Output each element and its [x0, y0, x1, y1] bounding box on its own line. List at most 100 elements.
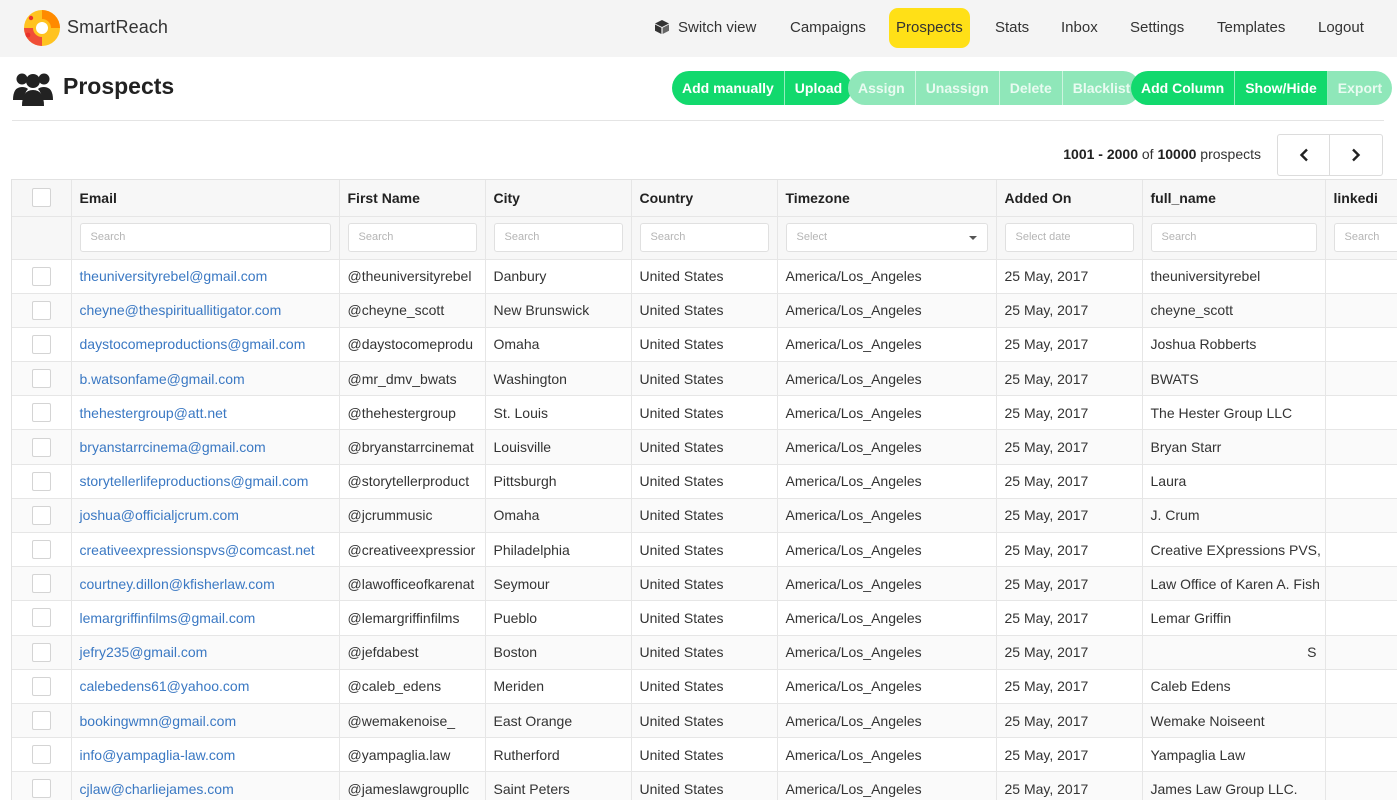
- cell-city: Pittsburgh: [485, 464, 632, 499]
- table-row[interactable]: storytellerlifeproductions@gmail.com @sto…: [12, 464, 1397, 499]
- cell-email[interactable]: courtney.dillon@kfisherlaw.com: [71, 566, 340, 602]
- cell-added-on: 25 May, 2017: [996, 669, 1143, 704]
- table-row[interactable]: joshua@officialjcrum.com @jcrummusic Omaha…: [12, 498, 1397, 534]
- cell-email[interactable]: bookingwmn@gmail.com: [71, 703, 340, 739]
- column-header-linkedin[interactable]: linkedi: [1325, 180, 1397, 217]
- add-column-button[interactable]: Add Column: [1131, 71, 1236, 105]
- row-checkbox[interactable]: [31, 574, 51, 594]
- cell-email[interactable]: lemargriffinfilms@gmail.com: [71, 600, 340, 636]
- table-row[interactable]: cheyne@thespirituallitigator.com @cheyne_…: [12, 293, 1397, 328]
- upload-button[interactable]: Upload: [784, 71, 853, 105]
- nav-templates[interactable]: Templates: [1217, 8, 1285, 48]
- select-all-checkbox[interactable]: [31, 188, 51, 208]
- cell-email[interactable]: bryanstarrcinema@gmail.com: [71, 429, 340, 465]
- filter-cell-email: Search: [71, 216, 340, 260]
- timezone-filter-select[interactable]: Select: [785, 223, 988, 252]
- export-button[interactable]: Export: [1327, 71, 1393, 105]
- nav-campaigns[interactable]: Campaigns: [790, 8, 866, 48]
- nav-stats[interactable]: Stats: [995, 8, 1029, 48]
- table-row[interactable]: bryanstarrcinema@gmail.com @bryanstarrcin…: [12, 429, 1397, 465]
- cell-first-name: @lemargriffinfilms: [339, 600, 486, 636]
- table-row[interactable]: thehestergroup@att.net @thehestergroup St.…: [12, 395, 1397, 431]
- table-row[interactable]: cjlaw@charliejames.com @jameslawgroupllc S…: [12, 771, 1397, 800]
- table-row[interactable]: daystocomeproductions@gmail.com @daystoco…: [12, 327, 1397, 363]
- column-header-full-name[interactable]: full_name: [1142, 180, 1326, 217]
- nav-settings[interactable]: Settings: [1130, 8, 1184, 48]
- add-manually-button[interactable]: Add manually: [672, 71, 785, 105]
- delete-button[interactable]: Delete: [999, 71, 1063, 105]
- cell-email[interactable]: cjlaw@charliejames.com: [71, 771, 340, 800]
- column-header-first-name[interactable]: First Name: [339, 180, 486, 217]
- nav-logout[interactable]: Logout: [1318, 8, 1364, 48]
- cell-first-name: @jefdabest: [339, 635, 486, 670]
- row-checkbox[interactable]: [31, 403, 51, 423]
- row-checkbox[interactable]: [31, 745, 51, 765]
- nav-inbox[interactable]: Inbox: [1061, 8, 1098, 48]
- table-row[interactable]: courtney.dillon@kfisherlaw.com @lawoffice…: [12, 566, 1397, 602]
- cell-email[interactable]: b.watsonfame@gmail.com: [71, 361, 340, 397]
- assign-button[interactable]: Assign: [848, 71, 916, 105]
- row-checkbox[interactable]: [31, 608, 51, 628]
- table-row[interactable]: calebedens61@yahoo.com @caleb_edens Meride…: [12, 669, 1397, 704]
- table-row[interactable]: lemargriffinfilms@gmail.com @lemargriffin…: [12, 600, 1397, 636]
- row-checkbox[interactable]: [31, 676, 51, 696]
- cell-email[interactable]: creativeexpressionspvs@comcast.net: [71, 532, 340, 568]
- cell-city: Philadelphia: [485, 532, 632, 568]
- row-checkbox[interactable]: [31, 505, 51, 525]
- linkedin-filter-input[interactable]: Search: [1333, 223, 1397, 252]
- smartreach-logo-icon[interactable]: [22, 8, 62, 48]
- row-checkbox[interactable]: [31, 711, 51, 731]
- column-header-added-on[interactable]: Added On: [996, 180, 1143, 217]
- row-checkbox[interactable]: [31, 266, 51, 286]
- row-checkbox[interactable]: [31, 437, 51, 457]
- city-filter-input[interactable]: Search: [493, 223, 623, 252]
- row-checkbox[interactable]: [31, 779, 51, 799]
- country-filter-input[interactable]: Search: [639, 223, 769, 252]
- filter-cell-linkedin: Search: [1325, 216, 1397, 260]
- cell-email[interactable]: cheyne@thespirituallitigator.com: [71, 293, 340, 328]
- cell-email[interactable]: theuniversityrebel@gmail.com: [71, 259, 340, 294]
- prev-page-button[interactable]: [1278, 135, 1330, 175]
- cell-timezone: America/Los_Angeles: [777, 600, 997, 636]
- table-row[interactable]: creativeexpressionspvs@comcast.net @creat…: [12, 532, 1397, 568]
- table-row[interactable]: info@yampaglia-law.com @yampaglia.law Ruth…: [12, 737, 1397, 773]
- cell-email[interactable]: thehestergroup@att.net: [71, 395, 340, 431]
- cell-country: United States: [631, 566, 778, 602]
- cell-city: East Orange: [485, 703, 632, 739]
- cell-email[interactable]: calebedens61@yahoo.com: [71, 669, 340, 704]
- added-on-date-filter[interactable]: Select date: [1004, 223, 1134, 252]
- table-row[interactable]: theuniversityrebel@gmail.com @theuniversi…: [12, 259, 1397, 294]
- nav-prospects[interactable]: Prospects: [889, 8, 970, 48]
- cell-email[interactable]: joshua@officialjcrum.com: [71, 498, 340, 534]
- column-header-email[interactable]: Email: [71, 180, 340, 217]
- show-hide-button[interactable]: Show/Hide: [1235, 71, 1328, 105]
- brand-name[interactable]: SmartReach: [67, 17, 168, 38]
- column-header-city[interactable]: City: [485, 180, 632, 217]
- cell-email[interactable]: daystocomeproductions@gmail.com: [71, 327, 340, 363]
- table-row[interactable]: b.watsonfame@gmail.com @mr_dmv_bwats Washi…: [12, 361, 1397, 397]
- row-checkbox[interactable]: [31, 471, 51, 491]
- switch-view-button[interactable]: Switch view: [654, 8, 756, 48]
- cell-email[interactable]: storytellerlifeproductions@gmail.com: [71, 464, 340, 499]
- row-checkbox[interactable]: [31, 334, 51, 354]
- next-page-button[interactable]: [1330, 135, 1382, 175]
- cell-first-name: @theuniversityrebel: [339, 259, 486, 294]
- first-name-filter-input[interactable]: Search: [347, 223, 477, 252]
- row-checkbox[interactable]: [31, 300, 51, 320]
- full-name-filter-input[interactable]: Search: [1150, 223, 1317, 252]
- row-select-cell: [12, 600, 72, 636]
- column-header-country[interactable]: Country: [631, 180, 778, 217]
- blacklist-button[interactable]: Blacklist: [1062, 71, 1141, 105]
- column-header-timezone[interactable]: Timezone: [777, 180, 997, 217]
- table-row[interactable]: bookingwmn@gmail.com @wemakenoise_ East Or…: [12, 703, 1397, 739]
- cell-email[interactable]: info@yampaglia-law.com: [71, 737, 340, 773]
- row-checkbox[interactable]: [31, 642, 51, 662]
- row-checkbox[interactable]: [31, 369, 51, 389]
- row-select-cell: [12, 327, 72, 363]
- row-checkbox[interactable]: [31, 540, 51, 560]
- email-filter-input[interactable]: Search: [79, 223, 331, 252]
- cell-email[interactable]: jefry235@gmail.com: [71, 635, 340, 670]
- table-row[interactable]: jefry235@gmail.com @jefdabest Boston United…: [12, 635, 1397, 670]
- unassign-button[interactable]: Unassign: [915, 71, 1000, 105]
- prospects-table-container[interactable]: Email First Name City Country Timezone A…: [11, 179, 1397, 800]
